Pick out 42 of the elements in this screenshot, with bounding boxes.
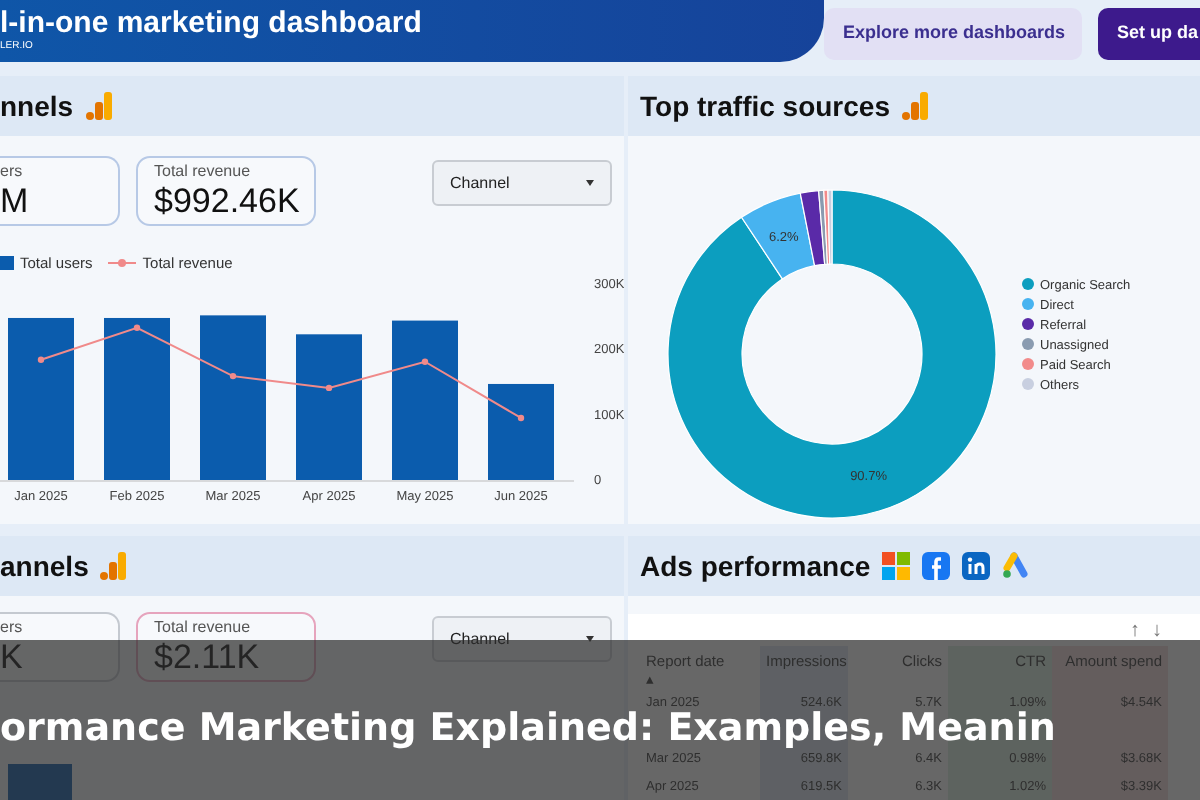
legend-dot: [1022, 298, 1034, 310]
bar: [488, 383, 554, 480]
setup-button[interactable]: Set up da: [1098, 8, 1200, 60]
caption-title: ormance Marketing Explained: Examples, Meanin: [0, 709, 1056, 747]
sort-button[interactable]: ↑: [1124, 618, 1146, 646]
kpi-value: K: [0, 638, 25, 678]
point: [133, 324, 141, 331]
dashboard-title: l-in-one marketing dashboard: [0, 6, 424, 40]
kpi-value: M: [0, 182, 31, 222]
kpi-label: Total revenue: [154, 162, 253, 182]
kpi-value: $992.46K: [154, 182, 298, 222]
linkedin-icon: [962, 552, 991, 580]
legend-dot: [1022, 338, 1034, 350]
channel-dropdown[interactable]: Channel: [432, 160, 612, 206]
facebook-icon: [922, 552, 951, 580]
section-title: nnels: [0, 87, 74, 125]
section-title: Top traffic sources: [640, 87, 890, 126]
windows-icon: [882, 552, 911, 580]
kpi-label: ers: [0, 618, 25, 638]
analytics-icon: [85, 92, 114, 120]
kpi-label: ers: [0, 162, 25, 182]
kpi-label: Total revenue: [154, 618, 253, 638]
legend-dot: [1022, 278, 1034, 290]
analytics-icon: [100, 552, 129, 580]
sort-button[interactable]: ↓: [1146, 618, 1168, 646]
legend-line-icon: [108, 256, 137, 270]
point: [517, 414, 525, 422]
point: [325, 384, 333, 392]
explore-button[interactable]: Explore more dashboards: [824, 8, 1083, 60]
point: [229, 372, 237, 380]
google-ads-icon: [1002, 552, 1033, 580]
analytics-icon: [902, 92, 930, 120]
legend-dot: [1022, 358, 1034, 370]
section-title: annels: [0, 547, 89, 585]
kpi-value: $2.11K: [154, 638, 262, 678]
point: [421, 358, 429, 365]
legend-dot: [1022, 318, 1034, 330]
section-title: Ads performance: [640, 547, 871, 586]
legend-swatch: [0, 256, 14, 270]
point: [37, 356, 45, 363]
caret-icon: [586, 180, 594, 186]
legend-dot: [1022, 378, 1034, 390]
